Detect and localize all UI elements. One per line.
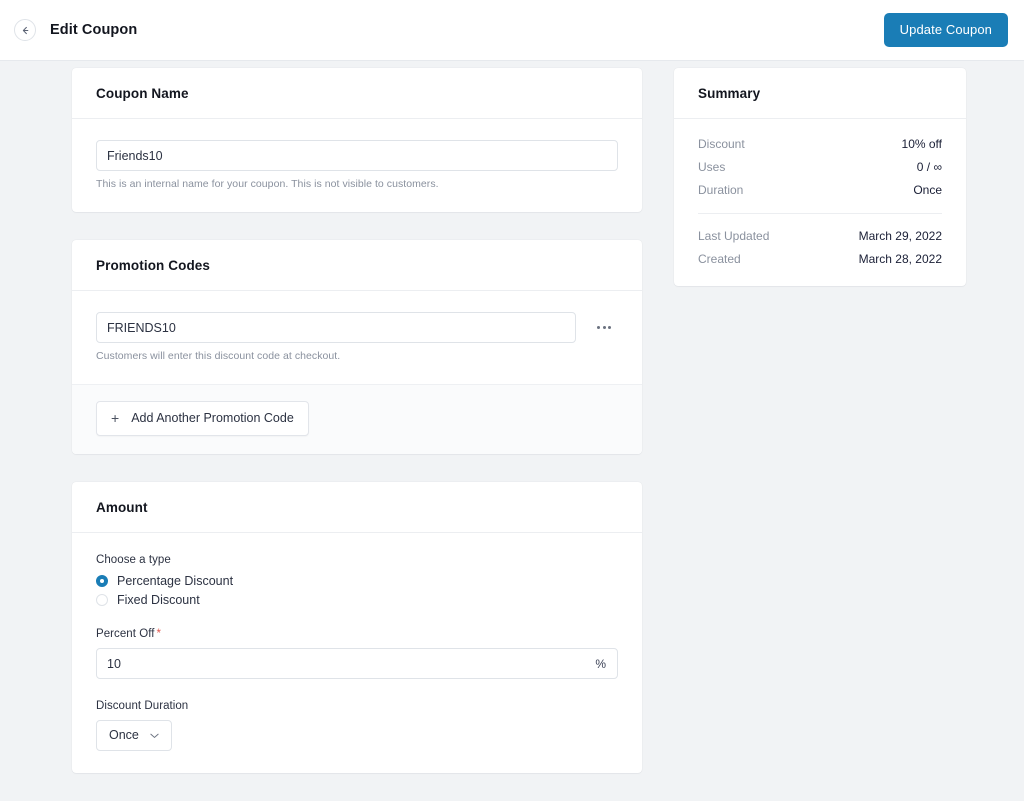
page-title: Edit Coupon [50,22,138,38]
coupon-name-card: Coupon Name This is an internal name for… [72,68,642,212]
summary-card-body: Discount 10% off Uses 0 / ∞ Duration Onc… [674,119,966,286]
amount-card-body: Choose a type Percentage Discount Fixed … [72,533,642,773]
amount-card: Amount Choose a type Percentage Discount… [72,482,642,773]
summary-value-discount: 10% off [901,137,942,151]
summary-row-duration: Duration Once [698,183,942,197]
ellipsis-horizontal-icon [597,326,611,329]
discount-type-radio-group: Percentage Discount Fixed Discount [96,574,618,607]
summary-key-discount: Discount [698,137,745,151]
summary-key-uses: Uses [698,160,726,174]
summary-key-created: Created [698,252,741,266]
coupon-name-input-wrap [96,140,618,171]
promotion-code-input[interactable] [96,312,576,343]
summary-card: Summary Discount 10% off Uses 0 / ∞ Dura… [674,68,966,286]
summary-card-title: Summary [674,68,966,119]
back-button[interactable] [14,19,36,41]
summary-row-last-updated: Last Updated March 29, 2022 [698,229,942,243]
promotion-codes-card-title: Promotion Codes [72,240,642,291]
page-content: Coupon Name This is an internal name for… [0,61,1024,801]
required-marker: * [156,628,162,640]
coupon-name-input[interactable] [96,140,618,171]
coupon-name-card-body: This is an internal name for your coupon… [72,119,642,212]
summary-value-created: March 28, 2022 [858,252,942,266]
promotion-codes-card-footer: + Add Another Promotion Code [72,384,642,454]
arrow-left-icon [21,26,30,35]
summary-row-created: Created March 28, 2022 [698,252,942,266]
add-another-promotion-code-label: Add Another Promotion Code [131,411,294,425]
discount-duration-value: Once [109,728,139,742]
summary-value-last-updated: March 29, 2022 [858,229,942,243]
amount-card-title: Amount [72,482,642,533]
coupon-name-help-text: This is an internal name for your coupon… [96,178,439,190]
main-column: Coupon Name This is an internal name for… [72,68,642,801]
percent-off-label-text: Percent Off [96,628,155,640]
percent-off-input[interactable] [96,648,618,679]
promotion-code-help-text: Customers will enter this discount code … [96,350,341,362]
summary-row-uses: Uses 0 / ∞ [698,160,942,174]
discount-duration-label: Discount Duration [96,700,189,712]
summary-key-duration: Duration [698,183,744,197]
summary-value-duration: Once [913,183,942,197]
percent-off-block: Percent Off* % [96,628,618,679]
radio-icon-unselected[interactable] [96,594,108,606]
percent-off-input-wrap: % [96,648,618,679]
radio-label-fixed-discount: Fixed Discount [117,593,200,607]
promotion-codes-card-body: Customers will enter this discount code … [72,291,642,384]
chevron-down-icon [150,728,159,742]
summary-key-last-updated: Last Updated [698,229,770,243]
summary-divider [698,213,942,214]
plus-icon: + [111,410,120,426]
summary-value-uses: 0 / ∞ [916,160,942,174]
coupon-name-card-title: Coupon Name [72,68,642,119]
add-another-promotion-code-button[interactable]: + Add Another Promotion Code [96,401,309,436]
radio-option-fixed-discount[interactable]: Fixed Discount [96,593,618,607]
radio-icon-selected[interactable] [96,575,108,587]
promotion-code-menu-button[interactable] [590,314,618,342]
choose-a-type-label: Choose a type [96,554,171,566]
promotion-code-row [96,312,618,343]
top-header-bar: Edit Coupon Update Coupon [0,0,1024,61]
promotion-codes-card: Promotion Codes Customers will enter thi… [72,240,642,454]
radio-option-percentage-discount[interactable]: Percentage Discount [96,574,618,588]
percent-off-label: Percent Off * [96,628,618,640]
discount-duration-select[interactable]: Once [96,720,172,751]
radio-label-percentage-discount: Percentage Discount [117,574,234,588]
summary-column: Summary Discount 10% off Uses 0 / ∞ Dura… [674,68,966,314]
discount-duration-block: Discount Duration Once [96,700,618,751]
update-coupon-button[interactable]: Update Coupon [883,13,1008,47]
summary-row-discount: Discount 10% off [698,137,942,151]
promotion-code-input-wrap [96,312,576,343]
